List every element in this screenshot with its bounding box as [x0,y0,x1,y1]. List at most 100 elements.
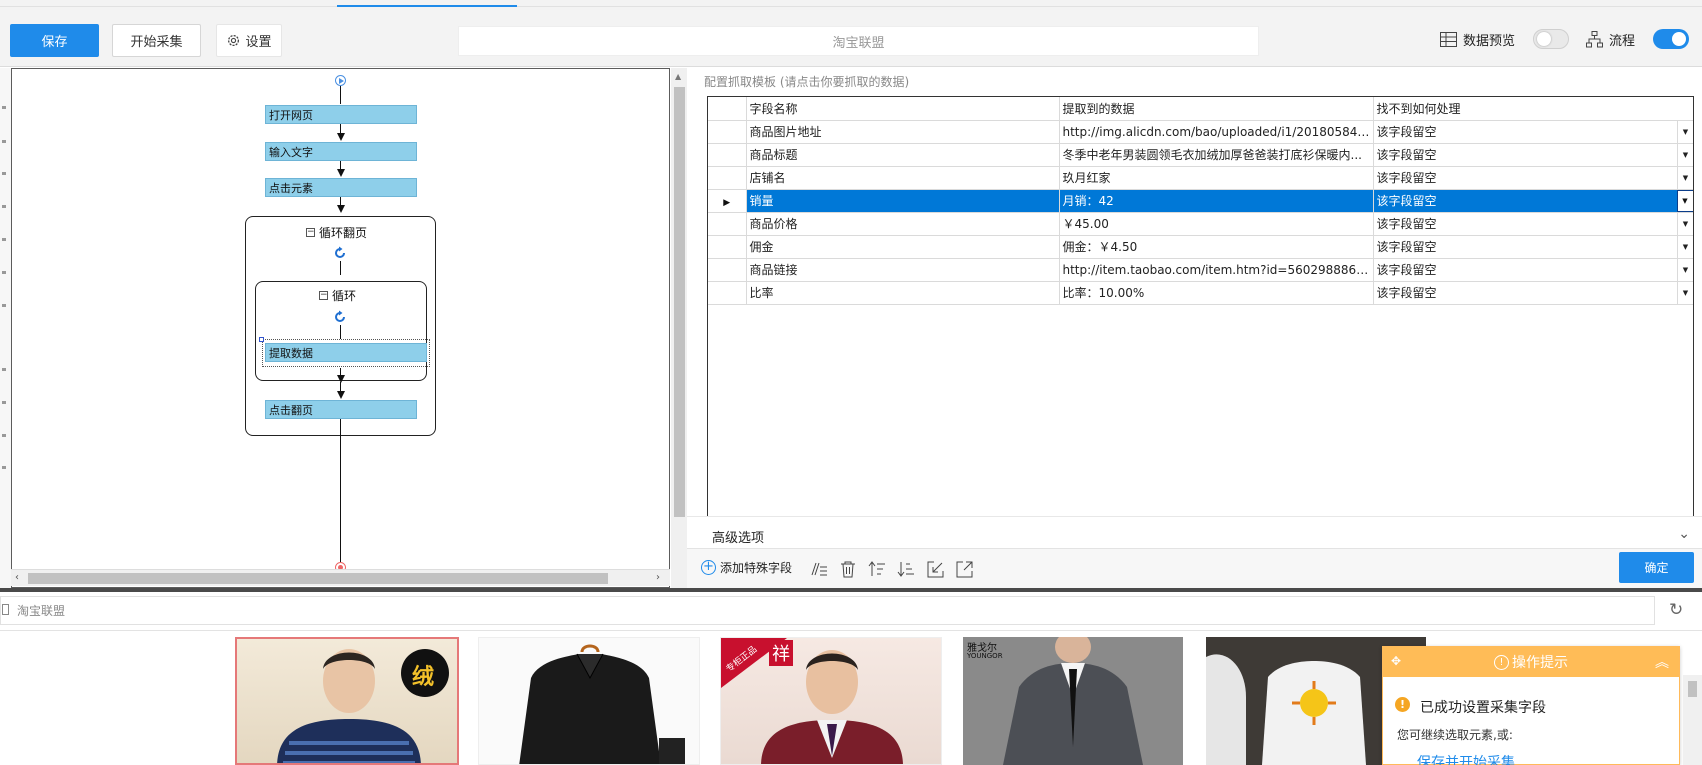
field-value-cell[interactable]: 比率：10.00% [1059,281,1374,305]
left-collapsed-panel[interactable] [0,68,11,588]
field-name-cell[interactable]: 比率 [746,281,1060,305]
edit-field-icon[interactable] [808,558,830,580]
fallback-select[interactable]: 该字段留空 ▼ [1373,281,1693,305]
dropdown-arrow-icon[interactable]: ▼ [1676,212,1693,234]
settings-button[interactable]: 设置 [216,24,282,57]
field-value-cell[interactable]: http://item.taobao.com/item.htm?id=56029… [1059,258,1374,282]
table-row[interactable]: 佣金 佣金：￥4.50 该字段留空 ▼ [708,235,1693,259]
browser-scroll-thumb[interactable] [1688,681,1697,697]
product-card[interactable] [478,637,700,765]
product-card[interactable]: 专柜正品 祥 [720,637,942,765]
flow-node-click-next-page[interactable]: 点击翻页 [265,400,417,419]
refresh-icon[interactable]: ↻ [1669,600,1683,620]
move-down-icon[interactable] [895,558,917,580]
fallback-select[interactable]: 该字段留空 ▼ [1373,189,1693,213]
row-header[interactable] [708,258,747,282]
fallback-select[interactable]: 该字段留空 ▼ [1373,235,1693,259]
fallback-select[interactable]: 该字段留空 ▼ [1373,143,1693,167]
flow-horizontal-scrollbar[interactable]: ‹ › [11,569,670,586]
scroll-up-icon[interactable]: ▲ [675,72,681,81]
flow-toggle[interactable] [1653,29,1690,49]
chevron-down-icon[interactable]: ⌄ [1678,526,1690,542]
field-value-cell[interactable]: 冬季中老年男装圆领毛衣加绒加厚爸爸装打底衫保暖内... [1059,143,1374,167]
collapse-icon[interactable]: − [319,291,328,300]
table-row[interactable]: 店铺名 玖月红家 该字段留空 ▼ [708,166,1693,190]
field-name-cell[interactable]: 销量 [746,189,1060,213]
field-name-cell[interactable]: 商品图片地址 [746,120,1060,144]
flow-node-open-page[interactable]: 打开网页 [265,105,417,124]
data-preview-control[interactable]: 数据预览 [1440,29,1570,49]
field-name-cell[interactable]: 佣金 [746,235,1060,259]
table-row[interactable]: 比率 比率：10.00% 该字段留空 ▼ [708,281,1693,305]
column-header[interactable]: 找不到如何处理 [1373,97,1693,121]
row-header[interactable] [708,120,747,144]
data-preview-toggle[interactable] [1533,29,1570,49]
row-header[interactable] [708,235,747,259]
flow-node-input-text[interactable]: 输入文字 [265,142,417,161]
dropdown-arrow-icon[interactable]: ▼ [1676,258,1693,280]
row-header[interactable]: ▶ [708,189,747,213]
product-card[interactable]: 绒 [235,637,459,765]
table-row[interactable]: 商品链接 http://item.taobao.com/item.htm?id=… [708,258,1693,282]
confirm-button[interactable]: 确定 [1619,552,1694,583]
dropdown-arrow-icon[interactable]: ▼ [1676,143,1693,165]
row-header[interactable] [708,212,747,236]
table-row[interactable]: 商品标题 冬季中老年男装圆领毛衣加绒加厚爸爸装打底衫保暖内... 该字段留空 ▼ [708,143,1693,167]
row-header[interactable] [708,143,747,167]
flow-designer-canvas[interactable]: 打开网页 输入文字 点击元素 − 循环翻页 − 循环 提取数据 点击翻页 [11,68,670,588]
fallback-select[interactable]: 该字段留空 ▼ [1373,258,1693,282]
field-grid[interactable]: 字段名称 提取到的数据 找不到如何处理 商品图片地址 http://img.al… [707,96,1694,582]
move-up-icon[interactable] [866,558,888,580]
field-name-cell[interactable]: 商品标题 [746,143,1060,167]
address-input[interactable]: 淘宝联盟 [0,596,1655,625]
dropdown-arrow-icon[interactable]: ▼ [1676,235,1693,257]
column-header[interactable]: 提取到的数据 [1059,97,1374,121]
field-name-cell[interactable]: 商品链接 [746,258,1060,282]
flow-control[interactable]: 流程 [1586,29,1690,49]
table-row-selected[interactable]: ▶ 销量 月销：42 该字段留空 ▼ [708,189,1693,213]
row-header[interactable] [708,281,747,305]
save-and-start-link[interactable]: 保存并开始采集 [1417,752,1515,765]
chevron-up-icon[interactable]: ︽ [1655,652,1669,672]
selection-handle[interactable] [259,337,264,342]
add-special-field-button[interactable]: + 添加特殊字段 [701,559,792,576]
fallback-select[interactable]: 该字段留空 ▼ [1373,120,1693,144]
row-header[interactable] [708,166,747,190]
field-value-cell[interactable]: ￥45.00 [1059,212,1374,236]
dropdown-arrow-icon[interactable]: ▼ [1676,189,1693,211]
column-header[interactable]: 字段名称 [746,97,1060,121]
table-row[interactable]: 商品图片地址 http://img.alicdn.com/bao/uploade… [708,120,1693,144]
start-collect-button[interactable]: 开始采集 [112,24,201,57]
field-name-cell[interactable]: 店铺名 [746,166,1060,190]
fallback-select[interactable]: 该字段留空 ▼ [1373,212,1693,236]
product-card[interactable]: 雅戈尔 YOUNGOR [963,637,1183,765]
field-name-cell[interactable]: 商品价格 [746,212,1060,236]
loop-inner-title[interactable]: − 循环 [319,287,356,304]
flow-node-extract-data[interactable]: 提取数据 [265,343,427,362]
operation-tips-popup[interactable]: ✥ ! 操作提示 ︽ ! 已成功设置采集字段 您可继续选取元素,或: 保存并开始… [1382,646,1680,765]
delete-icon[interactable] [837,558,859,580]
select-element-icon[interactable] [924,558,946,580]
tips-header[interactable]: ✥ ! 操作提示 ︽ [1383,647,1679,677]
field-value-cell[interactable]: 玖月红家 [1059,166,1374,190]
flow-node-click-element[interactable]: 点击元素 [265,178,417,197]
dropdown-arrow-icon[interactable]: ▼ [1676,120,1693,142]
flow-vertical-scroll-thumb[interactable] [674,87,685,517]
open-external-icon[interactable] [953,558,975,580]
scroll-left-icon[interactable]: ‹ [15,572,19,583]
browser-vertical-scrollbar[interactable] [1683,675,1702,765]
flow-horizontal-scroll-thumb[interactable] [28,573,608,584]
table-row[interactable]: 商品价格 ￥45.00 该字段留空 ▼ [708,212,1693,236]
dropdown-arrow-icon[interactable]: ▼ [1676,166,1693,188]
dropdown-arrow-icon[interactable]: ▼ [1676,281,1693,303]
field-value-cell[interactable]: 佣金：￥4.50 [1059,235,1374,259]
save-button[interactable]: 保存 [10,24,99,57]
loop-pagination-title[interactable]: − 循环翻页 [306,224,367,241]
fallback-select[interactable]: 该字段留空 ▼ [1373,166,1693,190]
scroll-right-icon[interactable]: › [656,572,660,583]
move-icon[interactable]: ✥ [1391,654,1401,668]
field-value-cell[interactable]: http://img.alicdn.com/bao/uploaded/i1/20… [1059,120,1374,144]
field-value-cell[interactable]: 月销：42 [1059,189,1374,213]
page-url-title[interactable]: 淘宝联盟 [458,26,1259,56]
collapse-icon[interactable]: − [306,228,315,237]
